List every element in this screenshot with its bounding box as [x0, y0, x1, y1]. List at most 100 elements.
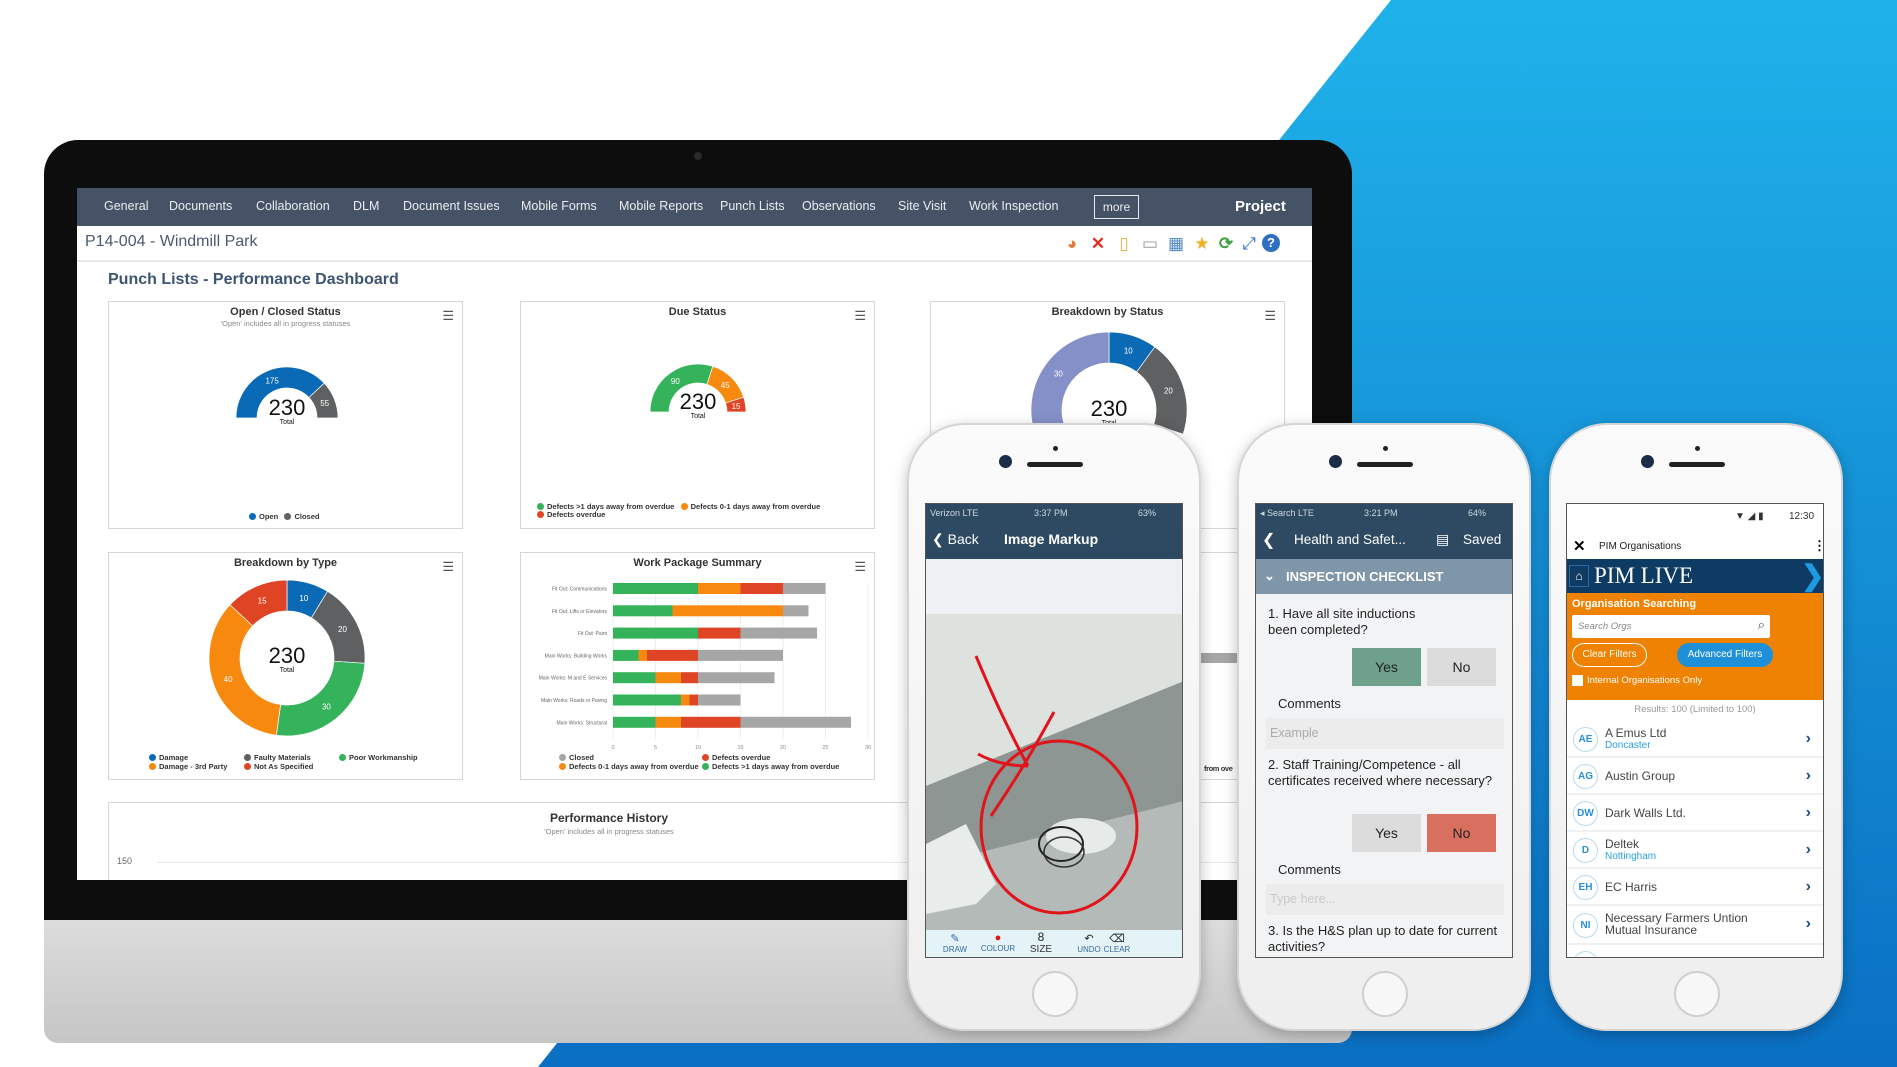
- bar-segment[interactable]: [672, 605, 784, 617]
- clear-filters-button[interactable]: Clear Filters: [1572, 643, 1647, 667]
- slice-value-label: 90: [671, 377, 680, 386]
- form-icon[interactable]: ▤: [1436, 531, 1449, 548]
- time: 3:21 PM: [1364, 508, 1398, 518]
- org-list-item[interactable]: AG Austin Group ›: [1567, 758, 1823, 795]
- close-icon[interactable]: ✕: [1573, 537, 1586, 555]
- bar-segment[interactable]: [783, 605, 809, 617]
- nav-observations[interactable]: Observations: [802, 199, 876, 213]
- dashboard-title: Punch Lists - Performance Dashboard: [108, 271, 399, 288]
- chevron-right-icon: ›: [1805, 804, 1811, 821]
- bar-segment[interactable]: [740, 583, 784, 594]
- undo-tool[interactable]: ↶ UNDO: [1074, 932, 1104, 954]
- bar-segment[interactable]: [655, 716, 682, 728]
- bar-segment[interactable]: [647, 649, 698, 661]
- legend-item[interactable]: Damage - 3rd Party: [149, 762, 227, 772]
- nav-document-issues[interactable]: Document Issues: [403, 199, 500, 213]
- back-button[interactable]: ❮ Back: [932, 531, 979, 548]
- delete-icon[interactable]: ✕: [1088, 234, 1108, 254]
- bar-segment[interactable]: [681, 672, 698, 684]
- bar-segment[interactable]: [613, 716, 656, 728]
- q1-comments-input[interactable]: Example: [1266, 718, 1504, 749]
- x-tick-label: 0: [611, 745, 614, 751]
- search-input[interactable]: Search Orgs ⌕: [1572, 615, 1770, 638]
- bar-segment[interactable]: [689, 694, 699, 706]
- nav-documents[interactable]: Documents: [169, 199, 232, 213]
- bar-segment[interactable]: [655, 672, 682, 684]
- colour-tool[interactable]: ● COLOUR: [978, 932, 1018, 953]
- messages-icon[interactable]: ▭: [1140, 234, 1160, 254]
- nav-dlm[interactable]: DLM: [353, 199, 379, 213]
- more-button[interactable]: more: [1094, 195, 1139, 219]
- org-list-item[interactable]: AE A Emus Ltd Doncaster ›: [1567, 721, 1823, 758]
- bar-segment[interactable]: [698, 694, 741, 706]
- back-chevron-icon[interactable]: ❮: [1262, 530, 1275, 550]
- advanced-filters-button[interactable]: Advanced Filters: [1677, 643, 1773, 667]
- nav-mobile-forms[interactable]: Mobile Forms: [521, 199, 597, 213]
- bar-segment[interactable]: [698, 672, 775, 684]
- project-menu[interactable]: Project: [1235, 198, 1286, 215]
- size-tool[interactable]: 8 SIZE: [1026, 930, 1056, 955]
- bar-segment[interactable]: [681, 716, 741, 728]
- bar-segment[interactable]: [698, 627, 741, 639]
- nav-general[interactable]: General: [104, 199, 148, 213]
- contacts-icon[interactable]: ▦: [1166, 234, 1186, 254]
- home-button[interactable]: [1362, 971, 1408, 1017]
- nav-punch-lists[interactable]: Punch Lists: [720, 199, 785, 213]
- bar-segment[interactable]: [613, 672, 656, 684]
- search-icon[interactable]: ⌕: [1758, 617, 1765, 633]
- speaker: [1357, 462, 1413, 467]
- draw-tool[interactable]: ✎ DRAW: [940, 932, 970, 954]
- internal-only-checkbox[interactable]: [1572, 675, 1583, 686]
- legend-item[interactable]: Defects overdue: [537, 510, 605, 519]
- bar-segment[interactable]: [783, 583, 826, 594]
- q1-no-button[interactable]: No: [1427, 648, 1496, 686]
- more-vert-icon[interactable]: ⋮: [1813, 538, 1823, 554]
- org-list-item[interactable]: D Deltek Nottingham ›: [1567, 832, 1823, 869]
- clear-tool[interactable]: ⌫ CLEAR: [1102, 932, 1132, 954]
- org-list-item-partial[interactable]: [1567, 945, 1823, 957]
- q2-no-button[interactable]: No: [1427, 814, 1496, 852]
- home-icon[interactable]: ⌂: [1569, 565, 1589, 587]
- home-button[interactable]: [1032, 971, 1078, 1017]
- legend-dot: [244, 754, 251, 761]
- org-list-item[interactable]: NI Necessary Farmers Untion Mutual Insura…: [1567, 906, 1823, 945]
- nav-collaboration[interactable]: Collaboration: [256, 199, 330, 213]
- legend-item[interactable]: Defects 0-1 days away from overdue: [559, 762, 699, 772]
- export-icon[interactable]: ▯: [1114, 234, 1134, 254]
- legend-item[interactable]: Not As Specified: [244, 762, 313, 772]
- q2-yes-button[interactable]: Yes: [1352, 814, 1421, 852]
- nav-site-visit[interactable]: Site Visit: [898, 199, 946, 213]
- legend-item[interactable]: Closed: [284, 512, 319, 521]
- bar-segment[interactable]: [638, 649, 648, 661]
- refresh-icon[interactable]: ⟳: [1216, 234, 1236, 254]
- bar-segment[interactable]: [698, 649, 783, 661]
- q1-yes-button[interactable]: Yes: [1352, 648, 1421, 686]
- legend-item[interactable]: Open: [249, 512, 278, 521]
- bar-segment[interactable]: [613, 694, 681, 706]
- help-icon[interactable]: ?: [1262, 234, 1280, 252]
- bar-segment[interactable]: [613, 605, 673, 617]
- markup-photo[interactable]: [926, 614, 1183, 930]
- report-icon[interactable]: ◕: [1062, 234, 1082, 254]
- bar-segment[interactable]: [740, 716, 852, 728]
- nav-work-inspection[interactable]: Work Inspection: [969, 199, 1058, 213]
- bar-segment[interactable]: [613, 583, 698, 594]
- bar-segment[interactable]: [613, 649, 639, 661]
- legend-item[interactable]: Poor Workmanship: [339, 753, 418, 763]
- bar-segment[interactable]: [613, 627, 698, 639]
- org-list-item[interactable]: EH EC Harris ›: [1567, 869, 1823, 906]
- org-list-item[interactable]: DW Dark Walls Ltd. ›: [1567, 795, 1823, 832]
- nav-mobile-reports[interactable]: Mobile Reports: [619, 199, 703, 213]
- bar-segment[interactable]: [740, 627, 818, 639]
- legend-item[interactable]: Defects >1 days away from overdue: [702, 762, 839, 772]
- home-button[interactable]: [1674, 971, 1720, 1017]
- x-tick-label: 10: [695, 745, 701, 751]
- bar-segment[interactable]: [698, 583, 741, 594]
- favorite-add-icon[interactable]: ★: [1192, 234, 1212, 254]
- legend-label: Defects overdue: [547, 510, 606, 519]
- bar-segment[interactable]: [681, 694, 690, 706]
- legend-item[interactable]: Defects 0-1 days away from overdue: [680, 502, 820, 511]
- expand-icon[interactable]: ⤢: [1239, 234, 1259, 254]
- section-header[interactable]: ⌄ INSPECTION CHECKLIST: [1256, 559, 1512, 594]
- q2-comments-input[interactable]: Type here...: [1266, 884, 1504, 915]
